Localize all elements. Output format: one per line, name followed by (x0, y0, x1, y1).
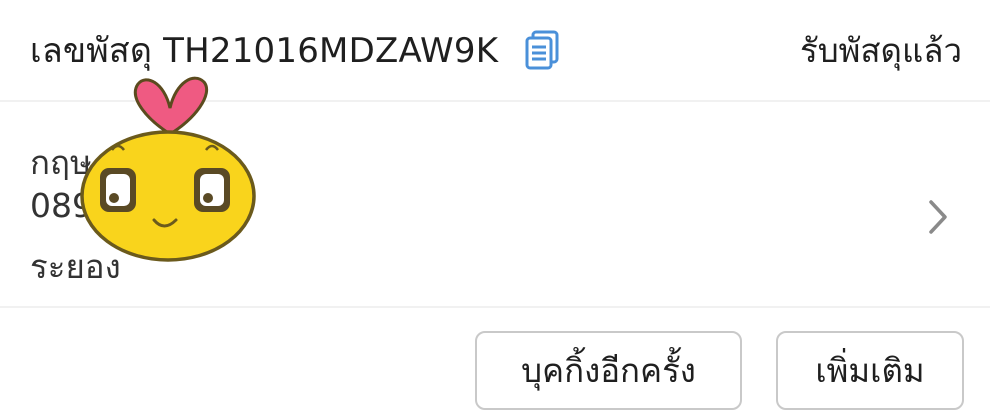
mascot-leaf-icon (133, 76, 209, 136)
rebook-button[interactable]: บุคกิ้งอีกครั้ง (475, 331, 742, 410)
copy-icon[interactable] (524, 30, 560, 70)
mascot-eye-icon (100, 168, 136, 212)
divider (0, 306, 990, 308)
delivery-status: รับพัสดุแล้ว (799, 30, 962, 70)
chevron-right-icon[interactable] (925, 197, 951, 237)
mascot-eye-icon (194, 168, 230, 212)
more-button[interactable]: เพิ่มเติม (776, 331, 964, 410)
mascot-sticker (80, 76, 256, 262)
